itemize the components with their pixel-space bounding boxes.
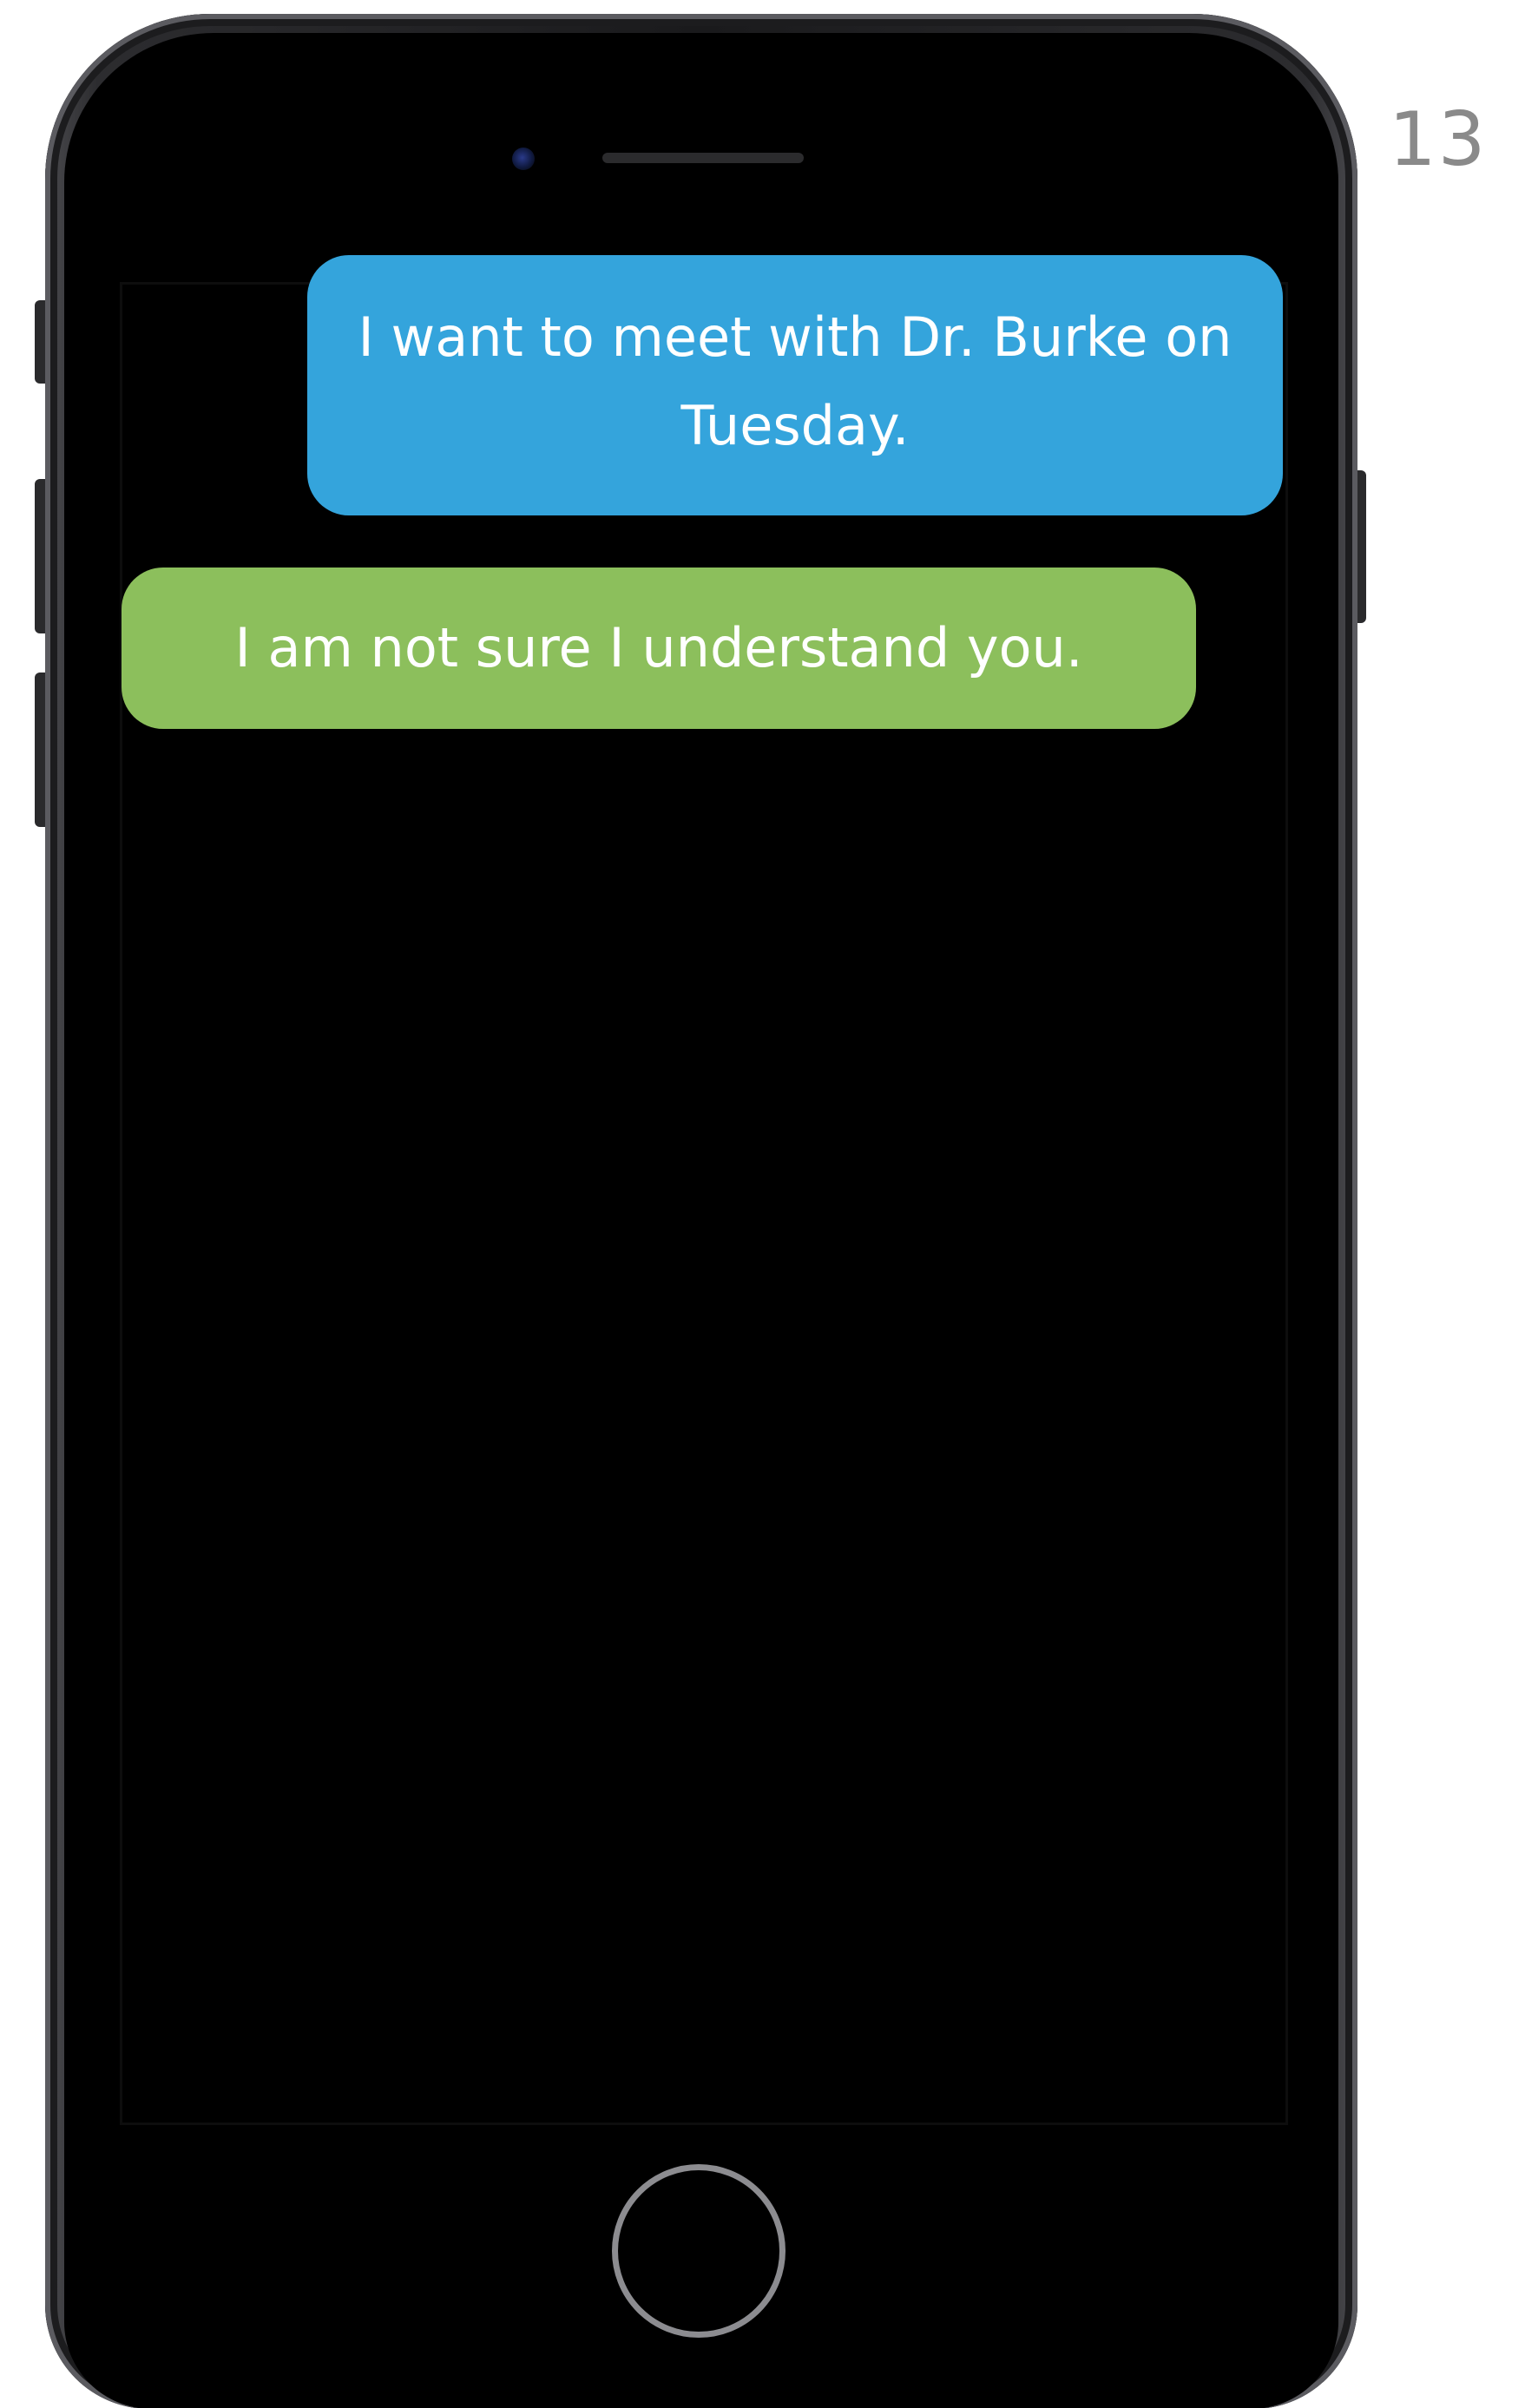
bot-message-text: I am not sure I understand you. [234, 616, 1083, 679]
user-message-bubble: I want to meet with Dr. Burke on Tuesday… [307, 255, 1283, 515]
phone-screen [120, 282, 1288, 2125]
page-number: 13 [1389, 96, 1488, 183]
user-message-text: I want to meet with Dr. Burke on Tuesday… [358, 305, 1232, 457]
bot-message-bubble: I am not sure I understand you. [122, 568, 1196, 729]
home-button[interactable] [612, 2164, 786, 2338]
slide-page: 13 I want to meet with Dr. Burke on Tues… [0, 0, 1525, 2408]
earpiece-speaker [602, 153, 804, 163]
front-camera-icon [512, 148, 535, 170]
